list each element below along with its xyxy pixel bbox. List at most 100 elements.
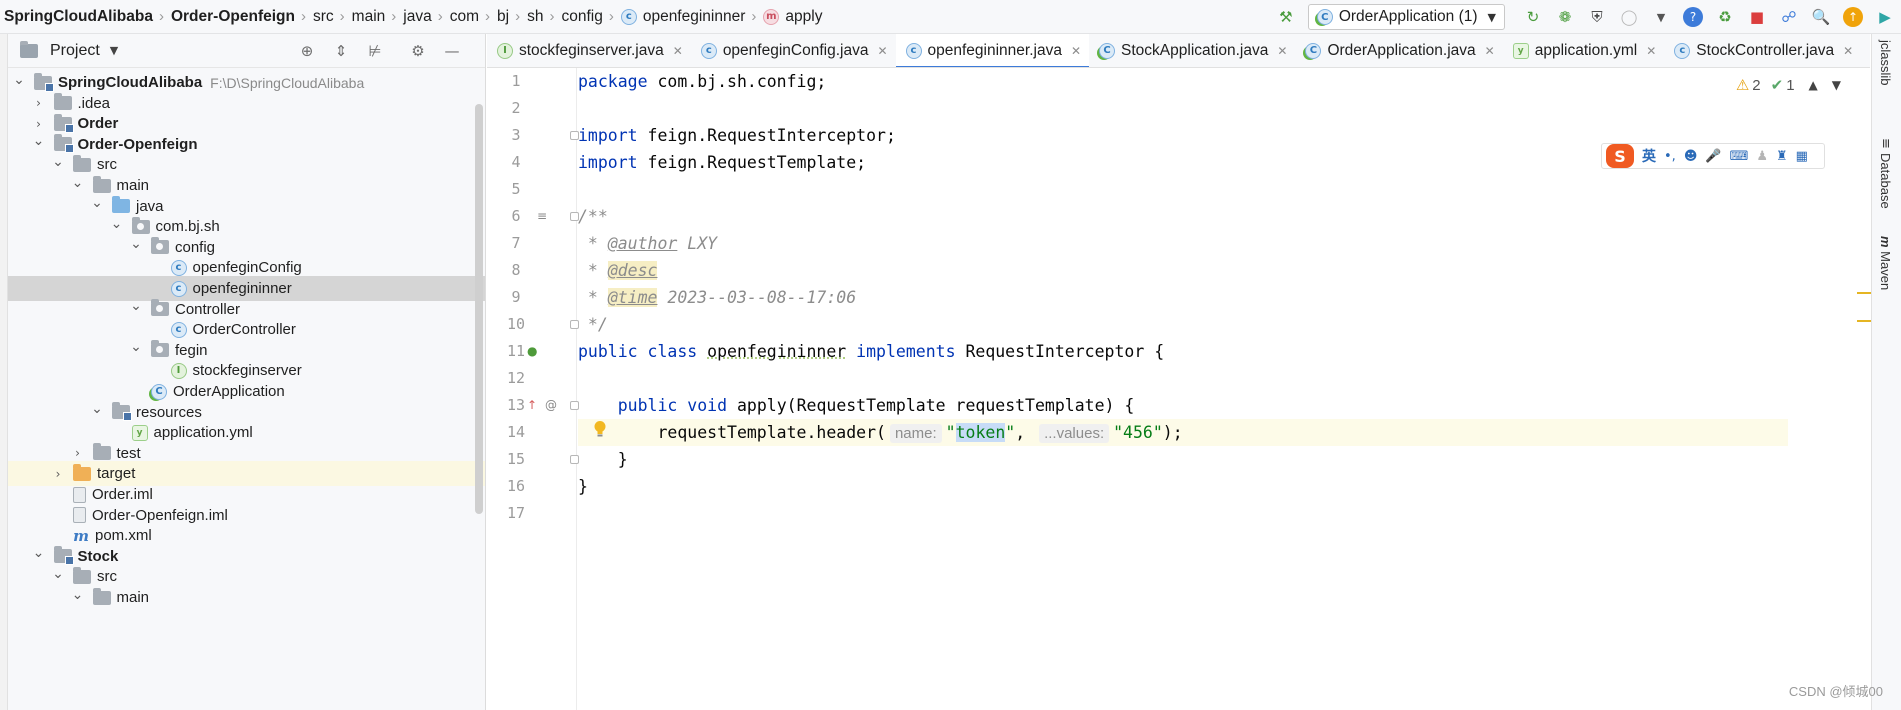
close-icon[interactable]: ✕ xyxy=(1843,44,1853,58)
run-configuration-label: OrderApplication (1) xyxy=(1338,8,1478,25)
chevron-down-icon[interactable]: ⌄ xyxy=(32,133,46,149)
chevron-down-icon[interactable]: ⌄ xyxy=(90,195,104,211)
javadoc-tag: @author xyxy=(607,234,678,253)
hide-panel-icon[interactable]: — xyxy=(442,41,462,61)
build-hammer-icon[interactable]: ⚒ xyxy=(1276,7,1296,27)
breadcrumb-item[interactable]: src xyxy=(313,8,334,26)
rerun-icon[interactable]: ↻ xyxy=(1523,7,1543,27)
emoji-icon[interactable]: ☻ xyxy=(1684,149,1698,164)
implements-method-gutter-icon[interactable]: ↑ xyxy=(527,398,537,412)
chevron-down-icon[interactable]: ⌄ xyxy=(110,216,124,232)
chevron-down-icon[interactable]: ⌄ xyxy=(71,175,85,191)
code-line-14: requestTemplate.header(name: "token", ...… xyxy=(578,419,1788,446)
chevron-down-icon[interactable]: ⌄ xyxy=(71,587,85,603)
doc-render-icon[interactable]: ≡ xyxy=(537,209,547,223)
chevron-down-icon[interactable]: ⌄ xyxy=(129,236,143,252)
chevron-down-icon[interactable]: ⌄ xyxy=(32,545,46,561)
iml-file-icon xyxy=(73,507,86,524)
chevron-right-icon[interactable]: › xyxy=(32,117,46,131)
keyboard-icon[interactable]: ⌨ xyxy=(1730,149,1749,164)
ime-language-label[interactable]: 英 xyxy=(1642,146,1656,166)
editor-tab[interactable]: Istockfeginserver.java ✕ xyxy=(487,34,691,67)
implementing-class-gutter-icon[interactable]: ● xyxy=(527,344,537,358)
tree-node[interactable]: ⌄ main xyxy=(8,585,485,610)
chevron-down-icon[interactable]: ⌄ xyxy=(12,72,26,88)
more-run-options-icon[interactable]: ▼ xyxy=(1651,7,1671,27)
git-sync-icon[interactable]: ☍ xyxy=(1779,7,1799,27)
breadcrumb-item[interactable]: bj xyxy=(497,8,509,26)
chevron-right-icon[interactable]: › xyxy=(71,446,85,460)
close-icon[interactable]: ✕ xyxy=(1646,44,1656,58)
source-folder-icon xyxy=(112,196,130,214)
debug-icon[interactable]: ❁ xyxy=(1555,7,1575,27)
code-line-9: * @time 2023--03--08--17:06 xyxy=(578,284,1788,311)
microphone-icon[interactable]: 🎤 xyxy=(1705,149,1721,164)
chevron-down-icon[interactable]: ⌄ xyxy=(51,154,65,170)
chevron-down-icon[interactable]: ▼ xyxy=(1832,78,1841,92)
skin-shirt-icon[interactable]: ♜ xyxy=(1776,149,1788,164)
search-everywhere-icon[interactable]: 🔍 xyxy=(1811,7,1831,27)
class-icon: c xyxy=(170,280,187,297)
breadcrumb-item[interactable]: sh xyxy=(527,8,543,26)
editor-tab[interactable]: C StockApplication.java ✕ xyxy=(1089,34,1295,67)
close-icon[interactable]: ✕ xyxy=(877,44,887,58)
editor-tab[interactable]: c openfegininner.java ✕ xyxy=(895,34,1090,67)
editor-tab[interactable]: c openfeginConfig.java ✕ xyxy=(691,34,896,67)
chevron-down-icon[interactable]: ⌄ xyxy=(129,298,143,314)
database-icon: ≡ xyxy=(1878,138,1893,154)
editor-tab[interactable]: C OrderApplication.java ✕ xyxy=(1295,34,1502,67)
lightbulb-icon[interactable] xyxy=(593,420,607,438)
attach-debugger-icon[interactable]: ♻ xyxy=(1715,7,1735,27)
class-icon: c xyxy=(170,321,187,338)
chevron-right-icon[interactable]: › xyxy=(51,467,65,481)
editor-tab[interactable]: c StockController.java ✕ xyxy=(1664,34,1861,67)
close-icon[interactable]: ✕ xyxy=(673,44,683,58)
coverage-icon[interactable]: ⛨ xyxy=(1587,7,1607,27)
close-icon[interactable]: ✕ xyxy=(1071,44,1081,58)
close-icon[interactable]: ✕ xyxy=(1277,44,1287,58)
breadcrumb-item[interactable]: m apply xyxy=(763,8,822,26)
annotation-gutter-icon[interactable]: @ xyxy=(545,398,557,412)
locate-file-icon[interactable]: ⊕ xyxy=(297,41,317,61)
chevron-down-icon[interactable]: ▼ xyxy=(110,44,118,57)
comment: * xyxy=(578,288,608,307)
user-icon[interactable]: ♟ xyxy=(1756,149,1768,164)
breadcrumb-item[interactable]: main xyxy=(352,8,386,26)
run-configuration-selector[interactable]: C OrderApplication (1) ▼ xyxy=(1307,4,1505,30)
chevron-down-icon[interactable]: ⌄ xyxy=(90,401,104,417)
breadcrumb-item[interactable]: config xyxy=(561,8,602,26)
breadcrumb-item[interactable]: c openfegininner xyxy=(620,8,745,26)
error-stripe[interactable] xyxy=(1855,68,1871,710)
tool-tab-database[interactable]: ≡ Database xyxy=(1878,138,1893,209)
more-tabs-chevron-icon[interactable]: ▼ xyxy=(1861,44,1870,58)
plugin-play-icon[interactable]: ▶ xyxy=(1875,7,1895,27)
project-panel-title[interactable]: Project xyxy=(50,42,100,60)
chevron-down-icon[interactable]: ⌄ xyxy=(129,339,143,355)
tool-tab-maven[interactable]: m Maven xyxy=(1878,236,1893,290)
close-icon[interactable]: ✕ xyxy=(1485,44,1495,58)
stop-icon[interactable]: ■ xyxy=(1747,7,1767,27)
toolbox-icon[interactable]: ▦ xyxy=(1796,149,1808,164)
breadcrumb-item[interactable]: com xyxy=(450,8,479,26)
breadcrumb-item[interactable]: Order-Openfeign xyxy=(171,8,295,26)
expand-all-icon[interactable]: ⇕ xyxy=(331,41,351,61)
ide-update-icon[interactable]: ↑ xyxy=(1843,7,1863,27)
profiler-icon[interactable]: ◯ xyxy=(1619,7,1639,27)
inspection-widget[interactable]: ⚠ 2 ✔ 1 ▲ ▼ xyxy=(1736,76,1841,94)
chevron-right-icon[interactable]: › xyxy=(32,96,46,110)
tree-node-label: Order-Openfeign.iml xyxy=(92,506,228,524)
chevron-up-icon[interactable]: ▲ xyxy=(1809,78,1818,92)
ime-toolbar[interactable]: S 英 •, ☻ 🎤 ⌨ ♟ ♜ ▦ xyxy=(1601,143,1825,169)
editor-tab[interactable]: y application.yml ✕ xyxy=(1503,34,1665,67)
breadcrumb-item[interactable]: java xyxy=(403,8,431,26)
project-tree-scrollbar[interactable] xyxy=(475,104,483,514)
warning-marker[interactable] xyxy=(1857,320,1871,322)
warning-marker[interactable] xyxy=(1857,292,1871,294)
chevron-down-icon[interactable]: ⌄ xyxy=(51,566,65,582)
tool-tab-jclasslib[interactable]: jclasslib xyxy=(1878,40,1893,86)
update-help-icon[interactable]: ? xyxy=(1683,7,1703,27)
punctuation-icon[interactable]: •, xyxy=(1664,149,1676,164)
collapse-all-icon[interactable]: ⊭ xyxy=(365,41,385,61)
gear-icon[interactable]: ⚙ xyxy=(408,41,428,61)
breadcrumb-item[interactable]: SpringCloudAlibaba xyxy=(4,8,153,26)
